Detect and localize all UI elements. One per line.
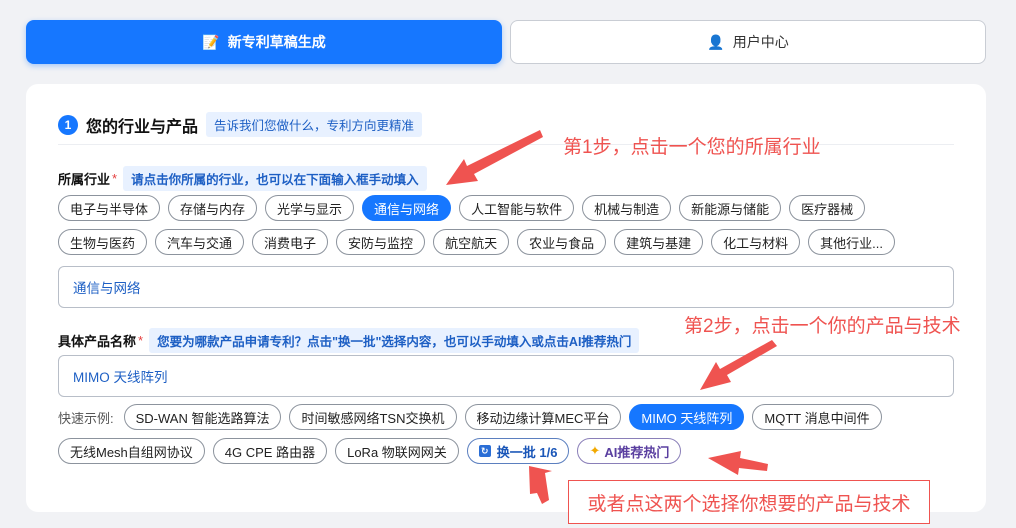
chip-option[interactable]: 农业与食品 bbox=[517, 229, 607, 255]
required-mark: * bbox=[112, 171, 118, 186]
product-input-value: MIMO 天线阵列 bbox=[73, 370, 168, 385]
chip-option[interactable]: 人工智能与软件 bbox=[459, 195, 575, 221]
annotation-step-1: 第1步，点击一个您的所属行业 bbox=[563, 137, 821, 158]
industry-chips-row-1: 电子与半导体 存储与内存 光学与显示 通信与网络 人工智能与软件 机械与制造 新能源与储能医… bbox=[58, 195, 866, 221]
quick-examples-label: 快速示例: bbox=[58, 410, 114, 426]
tab-new-patent-draft[interactable]: 📝 新专利草稿生成 bbox=[26, 20, 502, 64]
tab-user-center[interactable]: 👤 用户中心 bbox=[510, 20, 986, 64]
annotation-alternative: 或者点这两个选择你想要的产品与技术 bbox=[568, 480, 930, 524]
refresh-icon: ↻ bbox=[478, 445, 491, 457]
product-hint: 您要为哪款产品申请专利？点击"换一批"选择内容，也可以手动填入或点击AI推荐热门 bbox=[149, 328, 640, 353]
tab-label: 新专利草稿生成 bbox=[227, 34, 326, 50]
chip-option[interactable]: 4G CPE 路由器 bbox=[212, 438, 328, 464]
chip-option[interactable]: 其他行业... bbox=[808, 229, 895, 255]
chip-option[interactable]: 医疗器械 bbox=[789, 195, 866, 221]
chip-selected[interactable]: MIMO 天线阵列 bbox=[629, 404, 745, 430]
industry-product-card: 1 您的行业与产品 告诉我们您做什么，专利方向更精准 所属行业 * 请点击你所属… bbox=[26, 84, 986, 512]
section-title: 您的行业与产品 bbox=[86, 118, 199, 136]
refresh-batch-button[interactable]: ↻ 换一批 1/6 bbox=[466, 438, 570, 464]
chip-option[interactable]: 时间敏感网络TSN交换机 bbox=[289, 404, 457, 430]
ai-recommend-button[interactable]: ✦ AI推荐热门 bbox=[577, 438, 682, 464]
product-label: 具体产品名称 bbox=[58, 334, 137, 349]
ai-recommend-label: AI推荐热门 bbox=[604, 444, 670, 460]
industry-label-row: 所属行业 * 请点击你所属的行业，也可以在下面输入框手动填入 bbox=[58, 166, 427, 191]
annotation-alternative-text: 或者点这两个选择你想要的产品与技术 bbox=[587, 493, 911, 515]
tab-label: 用户中心 bbox=[732, 34, 789, 50]
annotation-step-2: 第2步，点击一个你的产品与技术 bbox=[684, 316, 961, 337]
industry-label: 所属行业 bbox=[58, 172, 111, 187]
chip-option[interactable]: 汽车与交通 bbox=[155, 229, 245, 255]
sparkle-icon: ✦ bbox=[589, 443, 601, 458]
required-mark: * bbox=[138, 333, 144, 348]
chip-option[interactable]: 航空航天 bbox=[433, 229, 510, 255]
industry-input[interactable]: 通信与网络 bbox=[58, 266, 954, 308]
section-hint: 告诉我们您做什么，专利方向更精准 bbox=[206, 112, 423, 137]
industry-chips-row-2: 生物与医药 汽车与交通 消费电子 安防与监控 航空航天 农业与食品 建筑与基建 化工与材料 其他… bbox=[58, 229, 895, 255]
chip-option[interactable]: 机械与制造 bbox=[582, 195, 672, 221]
chip-option[interactable]: 生物与医药 bbox=[58, 229, 148, 255]
chip-option[interactable]: 消费电子 bbox=[252, 229, 329, 255]
document-icon: 📝 bbox=[202, 33, 220, 50]
chip-selected[interactable]: 通信与网络 bbox=[362, 195, 452, 221]
chip-option[interactable]: 新能源与储能 bbox=[679, 195, 782, 221]
chip-option[interactable]: SD-WAN 智能选路算法 bbox=[123, 404, 282, 430]
chip-option[interactable]: 化工与材料 bbox=[711, 229, 801, 255]
chip-option[interactable]: 安防与监控 bbox=[336, 229, 426, 255]
industry-input-value: 通信与网络 bbox=[73, 281, 141, 296]
section-header: 1 您的行业与产品 告诉我们您做什么，专利方向更精准 bbox=[58, 112, 423, 137]
product-chips-row-2: 无线Mesh自组网协议 4G CPE 路由器 LoRa 物联网网关 ↻ 换一批 1/6 ✦… bbox=[58, 438, 682, 464]
refresh-label: 换一批 1/6 bbox=[496, 444, 558, 460]
product-label-row: 具体产品名称 * 您要为哪款产品申请专利？点击"换一批"选择内容，也可以手动填入… bbox=[58, 328, 640, 353]
industry-hint: 请点击你所属的行业，也可以在下面输入框手动填入 bbox=[123, 166, 427, 191]
product-input[interactable]: MIMO 天线阵列 bbox=[58, 355, 954, 397]
product-chips-row-1: 快速示例: SD-WAN 智能选路算法 时间敏感网络TSN交换机 移动边缘计算MEC… bbox=[58, 404, 882, 430]
chip-option[interactable]: 移动边缘计算MEC平台 bbox=[464, 404, 622, 430]
chip-option[interactable]: 存储与内存 bbox=[168, 195, 258, 221]
user-icon: 👤 bbox=[707, 33, 725, 50]
chip-option[interactable]: LoRa 物联网网关 bbox=[335, 438, 459, 464]
chip-option[interactable]: 电子与半导体 bbox=[58, 195, 161, 221]
step-number-badge: 1 bbox=[58, 114, 78, 135]
chip-option[interactable]: 建筑与基建 bbox=[614, 229, 704, 255]
chip-option[interactable]: 光学与显示 bbox=[265, 195, 355, 221]
chip-option[interactable]: MQTT 消息中间件 bbox=[752, 404, 882, 430]
chip-option[interactable]: 无线Mesh自组网协议 bbox=[58, 438, 205, 464]
